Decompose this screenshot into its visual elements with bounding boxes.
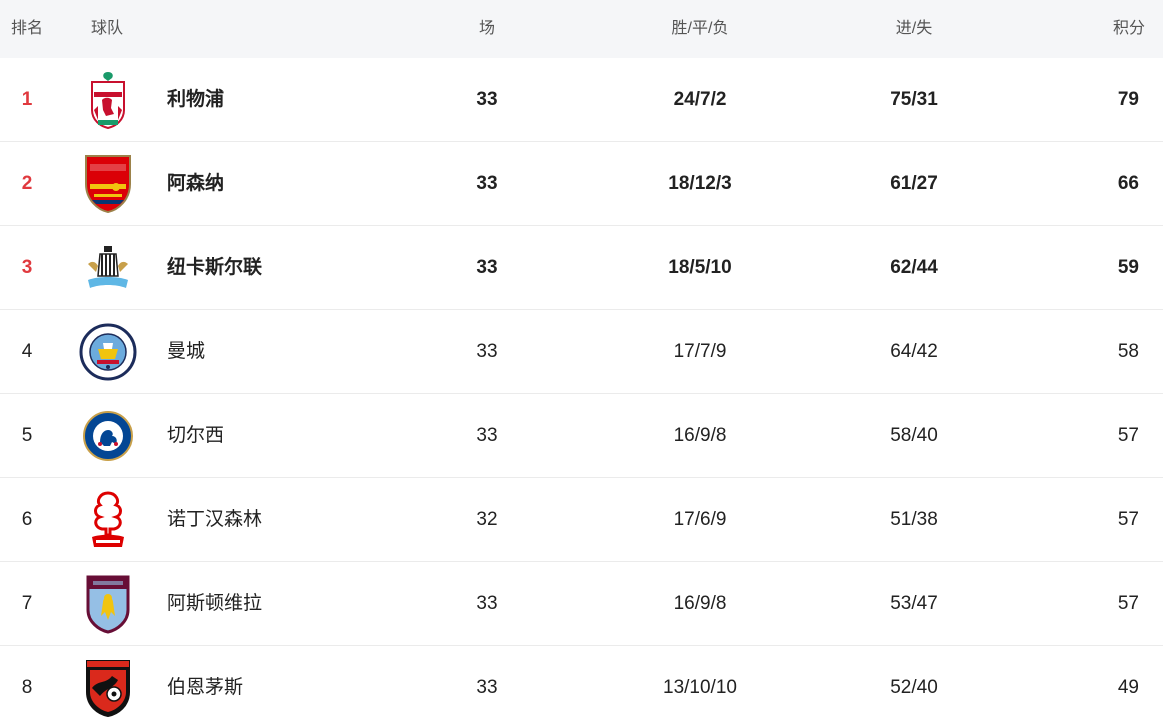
wdl-cell: 17/6/9	[673, 509, 727, 530]
arsenal-crest-icon	[76, 142, 140, 226]
table-row[interactable]: 2 阿森纳 33 18/12/3 61/27 66	[0, 142, 1163, 226]
manchester-city-crest-icon	[76, 310, 140, 394]
standings-table: 排名 球队 场 胜/平/负 进/失 积分 1 利物浦 33 24/7/2 75/…	[0, 0, 1163, 727]
played-cell: 33	[476, 341, 498, 362]
wdl-cell: 16/9/8	[673, 593, 727, 614]
table-row[interactable]: 7 阿斯顿维拉 33 16/9/8 53/47 57	[0, 562, 1163, 646]
header-team: 球队	[91, 20, 124, 37]
table-row[interactable]: 8 伯恩茅斯 33 13/10/10 52/40 49	[0, 646, 1163, 727]
wdl-cell: 16/9/8	[673, 425, 727, 446]
played-cell: 33	[476, 257, 498, 278]
team-name[interactable]: 诺丁汉森林	[167, 478, 262, 562]
played-cell: 33	[476, 89, 498, 110]
team-name[interactable]: 曼城	[167, 310, 205, 394]
played-cell: 32	[476, 509, 498, 530]
chelsea-crest-icon	[76, 394, 140, 478]
goals-cell: 61/27	[890, 173, 938, 194]
points-cell: 57	[1117, 593, 1139, 614]
header-played: 场	[478, 20, 496, 37]
rank-cell: 7	[21, 593, 33, 614]
goals-cell: 52/40	[890, 677, 938, 698]
table-row[interactable]: 3 纽卡斯尔联 33 18/5/10 62/44 59	[0, 226, 1163, 310]
goals-cell: 53/47	[890, 593, 938, 614]
aston-villa-crest-icon	[76, 562, 140, 646]
played-cell: 33	[476, 677, 498, 698]
nottingham-forest-crest-icon	[76, 478, 140, 562]
points-cell: 58	[1117, 341, 1139, 362]
played-cell: 33	[476, 425, 498, 446]
team-name[interactable]: 阿森纳	[167, 142, 224, 226]
goals-cell: 64/42	[890, 341, 938, 362]
goals-cell: 62/44	[890, 257, 938, 278]
goals-cell: 51/38	[890, 509, 938, 530]
points-cell: 49	[1117, 677, 1139, 698]
goals-cell: 75/31	[890, 89, 938, 110]
header-points: 积分	[1112, 20, 1145, 37]
rank-cell: 8	[21, 677, 33, 698]
bournemouth-crest-icon	[76, 646, 140, 727]
rank-cell: 3	[21, 257, 33, 278]
header-goals: 进/失	[895, 20, 933, 37]
team-name[interactable]: 利物浦	[167, 58, 224, 142]
rank-cell: 5	[21, 425, 33, 446]
wdl-cell: 18/12/3	[668, 173, 732, 194]
team-name[interactable]: 切尔西	[167, 394, 224, 478]
table-header: 排名 球队 场 胜/平/负 进/失 积分	[0, 0, 1163, 58]
newcastle-crest-icon	[76, 226, 140, 310]
wdl-cell: 13/10/10	[663, 677, 737, 698]
points-cell: 79	[1117, 89, 1139, 110]
wdl-cell: 18/5/10	[668, 257, 732, 278]
played-cell: 33	[476, 593, 498, 614]
goals-cell: 58/40	[890, 425, 938, 446]
played-cell: 33	[476, 173, 498, 194]
table-row[interactable]: 5 切尔西 33 16/9/8 58/40 57	[0, 394, 1163, 478]
rank-cell: 4	[21, 341, 33, 362]
points-cell: 66	[1117, 173, 1139, 194]
table-row[interactable]: 1 利物浦 33 24/7/2 75/31 79	[0, 58, 1163, 142]
points-cell: 57	[1117, 509, 1139, 530]
points-cell: 59	[1117, 257, 1139, 278]
liverpool-crest-icon	[76, 58, 140, 142]
team-name[interactable]: 伯恩茅斯	[167, 646, 243, 727]
table-row[interactable]: 4 曼城 33 17/7/9 64/42 58	[0, 310, 1163, 394]
team-name[interactable]: 阿斯顿维拉	[167, 562, 262, 646]
table-row[interactable]: 6 诺丁汉森林 32 17/6/9 51/38 57	[0, 478, 1163, 562]
header-wdl: 胜/平/负	[671, 20, 729, 37]
points-cell: 57	[1117, 425, 1139, 446]
rank-cell: 1	[21, 89, 33, 110]
team-name[interactable]: 纽卡斯尔联	[167, 226, 262, 310]
rank-cell: 6	[21, 509, 33, 530]
header-rank: 排名	[11, 20, 44, 37]
rank-cell: 2	[21, 173, 33, 194]
wdl-cell: 17/7/9	[673, 341, 727, 362]
wdl-cell: 24/7/2	[673, 89, 727, 110]
